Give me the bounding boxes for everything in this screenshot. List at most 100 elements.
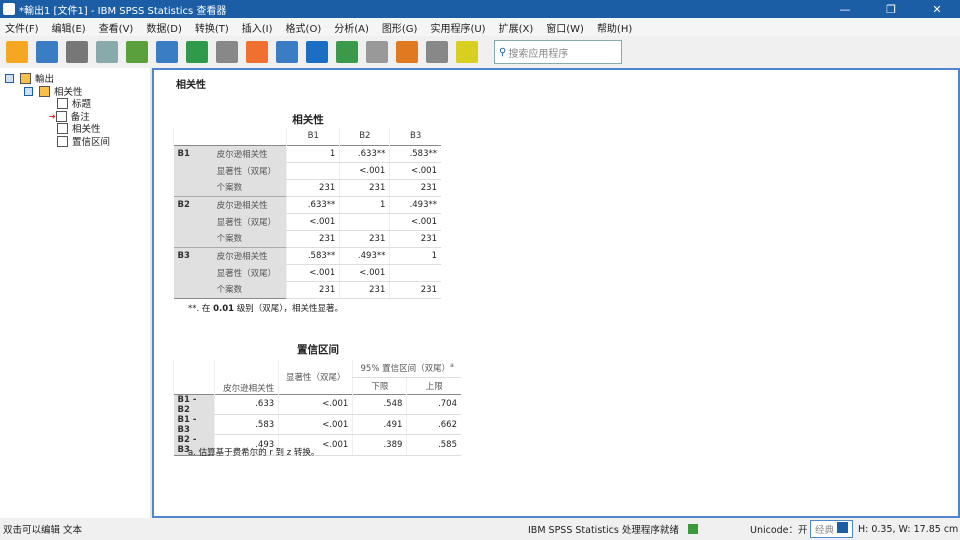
menu-8[interactable]: 图形(G) bbox=[377, 20, 426, 35]
cell: 231 bbox=[389, 179, 441, 197]
cell: <.001 bbox=[339, 162, 390, 180]
app-icon bbox=[3, 3, 15, 15]
outline-pane: 輸出 相关性 标题 ➜ 备注 相关性 置信区间 bbox=[0, 68, 150, 518]
table-row: 个案数 231 231 231 bbox=[174, 179, 441, 197]
row-stat-label: 个案数 bbox=[212, 179, 287, 196]
classic-mode-label: 经典 bbox=[815, 525, 835, 536]
row-label: B1 - B2 bbox=[173, 394, 215, 415]
menu-3[interactable]: 数据(D) bbox=[141, 20, 190, 35]
node-label: 标题 bbox=[72, 99, 92, 110]
cell: 1 bbox=[389, 246, 441, 265]
cell: 1 bbox=[286, 145, 340, 163]
cell: 231 bbox=[339, 179, 390, 197]
cell: <.001 bbox=[286, 213, 340, 231]
table-row: B1 - B2.633 <.001.548.704 bbox=[173, 394, 461, 415]
table-row: 个案数 231 231 231 bbox=[174, 281, 441, 299]
recall-dialog-icon[interactable] bbox=[156, 41, 178, 63]
title-bar: *輸出1 [文件1] - IBM SPSS Statistics 查看器 — ❐… bbox=[0, 0, 960, 18]
table-row: 个案数 231 231 231 bbox=[174, 230, 441, 248]
row-label: B1 - B3 bbox=[173, 414, 215, 435]
col-header-ci: 95% 置信区间（双尾）a bbox=[352, 360, 461, 378]
add-icon[interactable] bbox=[456, 41, 478, 63]
tree-node-corr-table[interactable]: 相关性 bbox=[57, 121, 101, 135]
row-stat-label: 个案数 bbox=[212, 281, 287, 298]
menu-11[interactable]: 窗口(W) bbox=[541, 20, 592, 35]
tree-node-output[interactable]: 輸出 bbox=[5, 71, 54, 85]
row-stat-label: 皮尔逊相关性 bbox=[212, 145, 287, 162]
print-icon[interactable] bbox=[66, 41, 88, 63]
cell: 1 bbox=[339, 195, 390, 214]
cell: <.001 bbox=[278, 414, 353, 435]
undo-icon[interactable] bbox=[186, 41, 208, 63]
table-row: B1 - B3.583 <.001.491.662 bbox=[173, 414, 461, 435]
cell: .583 bbox=[214, 414, 279, 435]
goto-case-icon[interactable] bbox=[276, 41, 298, 63]
table-row: B2 皮尔逊相关性 .633** 1.493** bbox=[173, 195, 441, 247]
status-hint: 双击可以编辑 文本 bbox=[3, 525, 83, 536]
tree-node-ci-table[interactable]: 置信区间 bbox=[57, 134, 110, 148]
cell: .633 bbox=[214, 394, 279, 415]
current-arrow-icon: ➜ bbox=[49, 111, 56, 121]
unicode-status: Unicode：开 bbox=[750, 525, 808, 536]
col-header-pearson: 皮尔逊相关性 bbox=[214, 360, 279, 394]
minimize-button[interactable]: — bbox=[822, 3, 868, 16]
toolbar: ⚲ 搜索应用程序 bbox=[0, 36, 960, 68]
table-icon bbox=[837, 522, 849, 533]
tree-node-title[interactable]: 标题 bbox=[57, 96, 91, 110]
table-row: B3 皮尔逊相关性 .583** .493** 1 bbox=[173, 246, 441, 298]
show-icon[interactable] bbox=[396, 41, 418, 63]
window-title: *輸出1 [文件1] - IBM SPSS Statistics 查看器 bbox=[19, 5, 227, 17]
output-pane: 相关性 相关性 B1 B2 B3 B1 皮尔逊相关性 1.633** .583** 显著… bbox=[152, 68, 960, 518]
collapse-icon[interactable] bbox=[5, 73, 14, 83]
close-button[interactable]: ✕ bbox=[914, 3, 960, 16]
collapse-icon[interactable] bbox=[24, 86, 33, 96]
maximize-button[interactable]: ❐ bbox=[868, 3, 914, 16]
correlations-table[interactable]: B1 B2 B3 B1 皮尔逊相关性 1.633** .583** 显著性（双尾） <.0… bbox=[172, 128, 441, 299]
processor-status: IBM SPSS Statistics 处理程序就绪 bbox=[528, 525, 679, 536]
menu-4[interactable]: 转换(T) bbox=[190, 20, 237, 35]
node-label: 相关性 bbox=[72, 124, 101, 135]
ci-table[interactable]: 皮尔逊相关性 显著性（双尾） 95% 置信区间（双尾）a 下限 上限 B1 - B… bbox=[172, 360, 461, 456]
menu-5[interactable]: 插入(I) bbox=[237, 20, 281, 35]
row-stat-label: 显著性（双尾） bbox=[212, 213, 287, 230]
corr-table-title: 相关性 bbox=[292, 114, 324, 126]
search-placeholder: 搜索应用程序 bbox=[508, 48, 569, 60]
cell: .704 bbox=[406, 394, 461, 415]
goto-data-icon[interactable] bbox=[246, 41, 268, 63]
cell: 231 bbox=[339, 230, 390, 248]
node-label: 置信区间 bbox=[72, 137, 111, 148]
menu-6[interactable]: 格式(O) bbox=[281, 20, 330, 35]
cell: .585 bbox=[406, 434, 461, 456]
table-icon bbox=[57, 135, 68, 147]
menu-9[interactable]: 实用程序(U) bbox=[425, 20, 493, 35]
redo-icon[interactable] bbox=[216, 41, 238, 63]
insert-variable-icon[interactable] bbox=[306, 41, 328, 63]
variables-icon[interactable] bbox=[336, 41, 358, 63]
cell bbox=[286, 162, 340, 180]
menu-0[interactable]: 文件(F) bbox=[0, 20, 47, 35]
row-stat-label: 个案数 bbox=[212, 230, 287, 247]
save-icon[interactable] bbox=[36, 41, 58, 63]
print-preview-icon[interactable] bbox=[96, 41, 118, 63]
row-stat-label: 皮尔逊相关性 bbox=[212, 246, 287, 264]
menu-7[interactable]: 分析(A) bbox=[329, 20, 377, 35]
col-header-lower: 下限 bbox=[352, 377, 407, 394]
book-icon bbox=[39, 85, 50, 97]
hide-icon[interactable] bbox=[366, 41, 388, 63]
menu-1[interactable]: 编辑(E) bbox=[47, 20, 94, 35]
title-icon bbox=[57, 97, 68, 109]
menu-12[interactable]: 帮助(H) bbox=[592, 20, 640, 35]
menu-2[interactable]: 查看(V) bbox=[94, 20, 142, 35]
designate-window-icon[interactable] bbox=[426, 41, 448, 63]
menu-10[interactable]: 扩展(X) bbox=[494, 20, 542, 35]
cell: .583** bbox=[286, 246, 340, 265]
open-icon[interactable] bbox=[6, 41, 28, 63]
status-bar: 双击可以编辑 文本 IBM SPSS Statistics 处理程序就绪 Uni… bbox=[0, 518, 960, 540]
cell: <.001 bbox=[278, 394, 353, 415]
search-input[interactable]: ⚲ 搜索应用程序 bbox=[494, 40, 622, 64]
classic-mode-toggle[interactable]: 经典 bbox=[810, 520, 854, 538]
table-row: B1 皮尔逊相关性 1.633** .583** bbox=[173, 145, 441, 196]
ci-table-title: 置信区间 bbox=[297, 344, 339, 356]
row-var-label: B2 bbox=[173, 195, 213, 247]
export-icon[interactable] bbox=[126, 41, 148, 63]
